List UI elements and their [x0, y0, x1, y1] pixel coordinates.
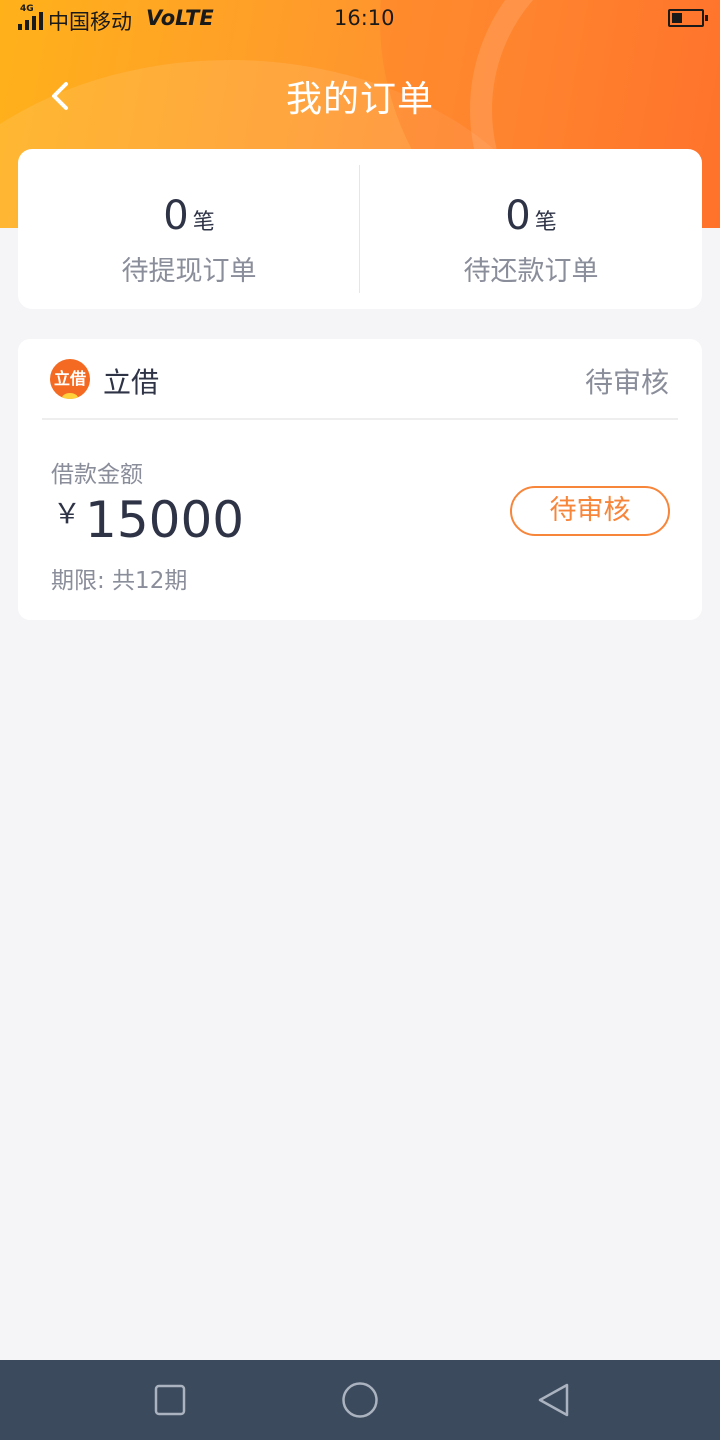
- order-status: 待审核: [584, 366, 669, 399]
- lender-logo: 立借: [50, 359, 90, 399]
- system-nav-bar: [0, 1360, 720, 1440]
- lender-name: 立借: [103, 366, 160, 399]
- pending-repay-count: 0: [505, 193, 531, 239]
- order-summary-card: 0笔 待提现订单 0笔 待还款订单: [18, 149, 702, 309]
- amount-line: ￥15000: [53, 491, 244, 549]
- square-icon: [154, 1384, 186, 1416]
- pending-withdraw-count-line: 0笔: [18, 193, 360, 239]
- status-bar: 4G 中国移动 VoLTE 16:10: [0, 0, 720, 40]
- currency-symbol: ￥: [53, 497, 82, 530]
- pending-repay-label: 待还款订单: [463, 256, 599, 287]
- loan-term: 期限: 共12期: [51, 568, 188, 594]
- pending-withdraw-orders[interactable]: 0笔 待提现订单: [18, 149, 360, 309]
- triangle-back-icon: [538, 1383, 569, 1417]
- pending-repay-count-line: 0笔: [360, 193, 702, 239]
- pending-withdraw-count: 0: [163, 193, 189, 239]
- amount-label: 借款金额: [51, 462, 143, 488]
- pending-repay-orders[interactable]: 0笔 待还款订单: [360, 149, 702, 309]
- divider: [42, 418, 678, 420]
- page-title: 我的订单: [285, 79, 434, 120]
- system-back-button[interactable]: [535, 1380, 575, 1420]
- lender-logo-text: 立借: [53, 369, 86, 388]
- loan-amount: 15000: [85, 491, 245, 549]
- recent-apps-button[interactable]: [150, 1380, 190, 1420]
- circle-icon: [342, 1382, 378, 1418]
- battery-icon: [668, 9, 708, 27]
- volte-indicator: VoLTE: [146, 6, 214, 30]
- count-unit: 笔: [534, 210, 557, 235]
- carrier-name: 中国移动: [48, 10, 132, 34]
- signal-icon: [18, 10, 46, 30]
- count-unit: 笔: [192, 210, 215, 235]
- pending-withdraw-label: 待提现订单: [121, 256, 257, 287]
- screen: 4G 中国移动 VoLTE 16:10 我的订单 0笔 待提现订单 0 笔 待还…: [0, 0, 720, 1440]
- coin-icon: [62, 393, 78, 399]
- home-button[interactable]: [340, 1380, 380, 1420]
- order-card[interactable]: 立借 立借 待审核 借款金额 ￥15000 期限: 共12期 待审核: [18, 339, 702, 620]
- clock: 16:10: [334, 6, 395, 30]
- status-button[interactable]: 待审核: [510, 486, 670, 536]
